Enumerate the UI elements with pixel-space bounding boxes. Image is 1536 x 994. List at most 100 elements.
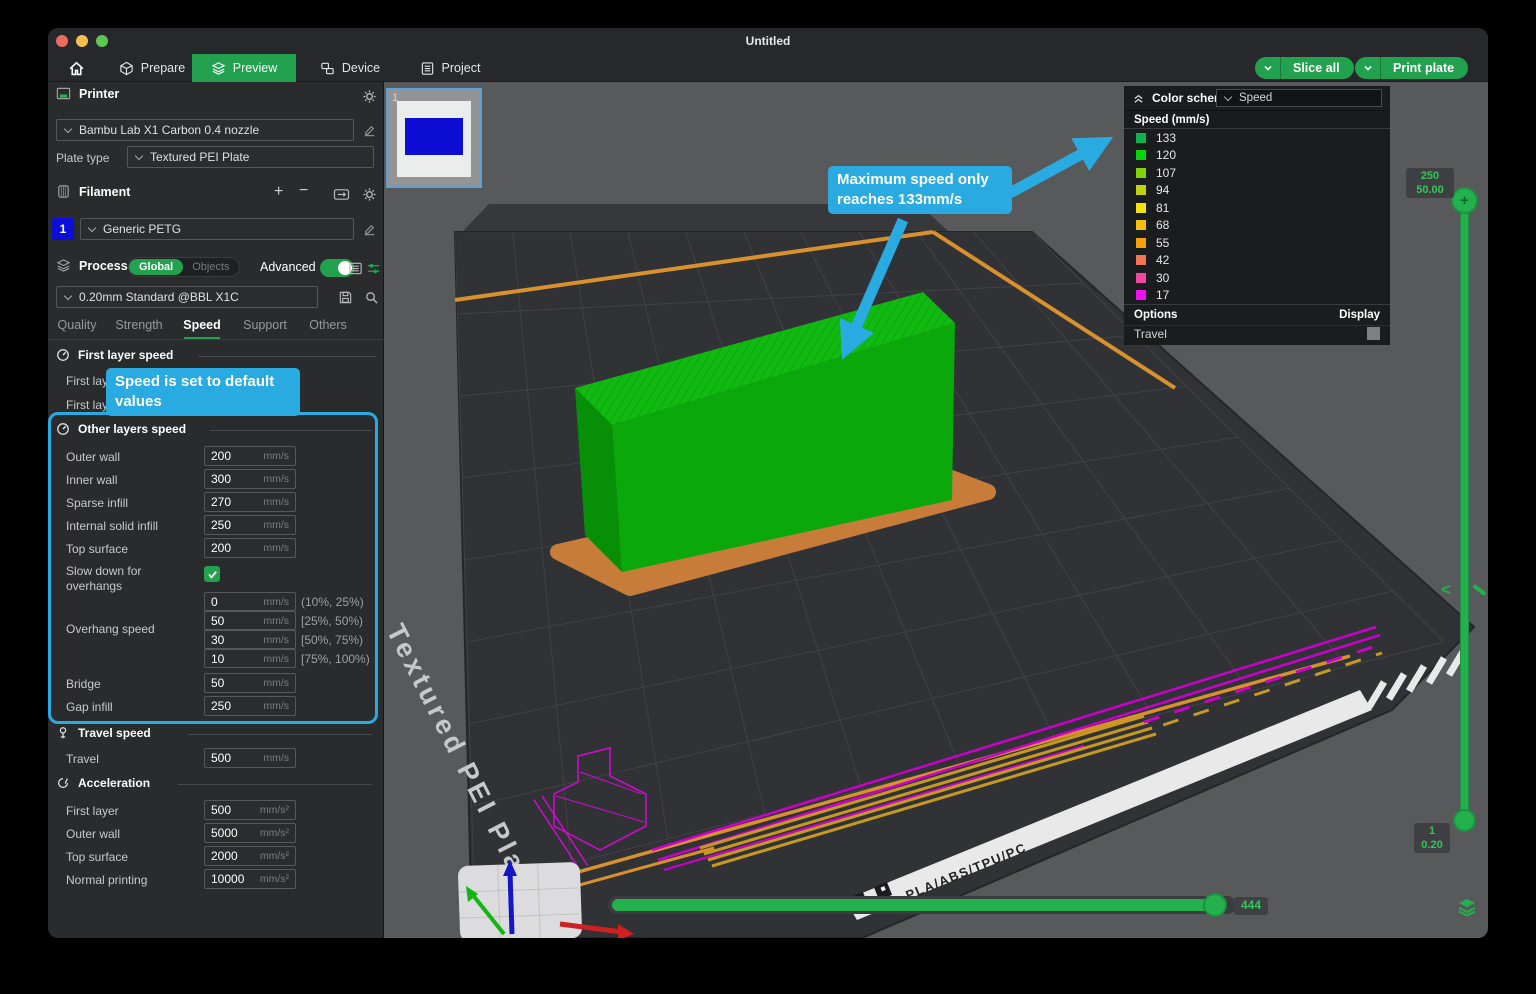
tab-device[interactable]: Device (304, 54, 396, 82)
layers-view-icon[interactable] (1456, 896, 1478, 918)
inner-wall-speed-input[interactable]: 300 mm/s (204, 469, 296, 489)
layer-slider-track[interactable] (1460, 200, 1469, 820)
collapse-icon[interactable] (1132, 92, 1145, 105)
add-filament-button[interactable]: + (274, 184, 283, 200)
layer-slider-bottom-handle[interactable] (1453, 809, 1476, 832)
legend-item: 94 (1124, 182, 1390, 200)
overhang-speed-input-2[interactable]: 50 mm/s (204, 611, 296, 630)
process-preset-select[interactable]: 0.20mm Standard @BBL X1C (56, 286, 318, 308)
legend-item: 30 (1124, 269, 1390, 287)
layer-top-value: 250 (1420, 170, 1440, 182)
legend-value: 55 (1156, 235, 1170, 250)
overhang-speed-input-1[interactable]: 0 mm/s (204, 592, 296, 611)
unit: mm/s (263, 700, 289, 712)
outer-wall-accel-input[interactable]: 5000 mm/s² (204, 823, 296, 843)
scope-global[interactable]: Global (129, 259, 184, 275)
objects-settings-button[interactable] (364, 259, 382, 277)
printer-preset-value: Bambu Lab X1 Carbon 0.4 nozzle (79, 123, 260, 137)
param-label: Normal printing (66, 873, 148, 887)
callout-max-speed: Maximum speed only reaches 133mm/s (828, 166, 1012, 214)
tab-prepare[interactable]: Prepare (104, 54, 200, 82)
tab-support[interactable]: Support (243, 318, 287, 332)
check-icon (207, 570, 217, 579)
param-label: Outer wall (66, 450, 121, 464)
color-scheme-select[interactable]: Speed (1216, 89, 1382, 107)
travel-display-checkbox[interactable] (1367, 327, 1380, 340)
legend-value: 133 (1156, 130, 1177, 145)
color-scheme-legend: Color scheme Speed Speed (mm/s) 133 120 … (1124, 86, 1390, 345)
scope-objects[interactable]: Objects (183, 259, 238, 275)
legend-subtitle: Speed (mm/s) (1124, 110, 1390, 129)
divider (188, 734, 372, 735)
travel-speed-input[interactable]: 500 mm/s (204, 748, 296, 768)
slice-options-dropdown[interactable] (1255, 57, 1281, 79)
chevron-down-icon (135, 153, 143, 161)
sparse-infill-speed-input[interactable]: 270 mm/s (204, 492, 296, 512)
home-button[interactable] (56, 54, 96, 82)
unit: mm/s (263, 519, 289, 531)
filament-settings-button[interactable] (360, 185, 378, 203)
save-preset-button[interactable] (336, 288, 354, 306)
value: 250 (211, 518, 232, 532)
unit: mm/s (263, 496, 289, 508)
overhang-speed-input-4[interactable]: 10 mm/s (204, 649, 296, 668)
gap-infill-speed-input[interactable]: 250 mm/s (204, 696, 296, 716)
project-icon (421, 61, 433, 75)
tab-quality[interactable]: Quality (58, 318, 97, 332)
legend-item: 107 (1124, 164, 1390, 182)
plate-type-label: Plate type (56, 151, 110, 165)
unit: mm/s (263, 595, 289, 608)
printer-settings-button[interactable] (360, 87, 378, 105)
edit-printer-button[interactable] (360, 121, 378, 139)
overhang-speed-label: Overhang speed (66, 622, 155, 636)
normal-printing-accel-input[interactable]: 10000 mm/s² (204, 869, 296, 889)
filament-preset-select[interactable]: Generic PETG (80, 218, 354, 240)
plate-thumbnail[interactable]: 1 (386, 88, 482, 188)
ams-sync-button[interactable] (332, 185, 350, 203)
tab-others[interactable]: Others (309, 318, 347, 332)
edit-filament-button[interactable] (360, 220, 378, 238)
overhang-range: [50%, 75%) (301, 633, 364, 647)
tab-project-label: Project (441, 61, 481, 75)
unit: mm/s (263, 450, 289, 462)
move-slider-tooltip: 444 (1234, 897, 1268, 915)
unit: mm/s² (259, 804, 289, 816)
overhang-speed-input-3[interactable]: 30 mm/s (204, 630, 296, 649)
tab-preview[interactable]: Preview (192, 54, 296, 82)
tab-strength[interactable]: Strength (115, 318, 162, 332)
unit: mm/s (263, 752, 289, 764)
other-layers-speed-header: Other layers speed (56, 422, 186, 436)
legend-value: 120 (1156, 148, 1177, 163)
options-label: Options (1134, 309, 1178, 321)
layer-slider-top-handle[interactable]: + (1451, 187, 1478, 214)
filament-slot-badge[interactable]: 1 (52, 218, 74, 240)
top-surface-accel-input[interactable]: 2000 mm/s² (204, 846, 296, 866)
slow-down-overhangs-checkbox[interactable] (204, 566, 220, 582)
preview-icon (211, 61, 226, 75)
chevron-down-icon (64, 293, 72, 301)
remove-filament-button[interactable]: − (299, 183, 308, 199)
first-layer-accel-input[interactable]: 500 mm/s² (204, 800, 296, 820)
internal-solid-infill-speed-input[interactable]: 250 mm/s (204, 515, 296, 535)
chevron-down-icon (1363, 65, 1372, 71)
gear-icon (362, 187, 376, 201)
print-options-dropdown[interactable] (1355, 57, 1381, 79)
tab-speed[interactable]: Speed (183, 318, 221, 332)
parameter-list-button[interactable] (346, 259, 364, 277)
gauge-icon (57, 349, 69, 361)
move-slider-track[interactable] (608, 896, 1236, 914)
move-slider-handle[interactable] (1203, 893, 1227, 917)
print-plate-button[interactable]: Print plate (1381, 61, 1468, 75)
plate-type-select[interactable]: Textured PEI Plate (127, 146, 374, 168)
tab-project[interactable]: Project (404, 54, 496, 82)
value: 50 (211, 676, 225, 690)
printer-preset-select[interactable]: Bambu Lab X1 Carbon 0.4 nozzle (56, 119, 354, 141)
tab-prepare-label: Prepare (140, 61, 186, 75)
search-params-button[interactable] (362, 288, 380, 306)
process-scope-toggle[interactable]: Global Objects (128, 257, 240, 277)
slice-all-button[interactable]: Slice all (1281, 61, 1354, 75)
outer-wall-speed-input[interactable]: 200 mm/s (204, 446, 296, 466)
bridge-speed-input[interactable]: 50 mm/s (204, 673, 296, 693)
top-surface-speed-input[interactable]: 200 mm/s (204, 538, 296, 558)
layer-slider-chevron-left[interactable]: < (1441, 580, 1451, 600)
